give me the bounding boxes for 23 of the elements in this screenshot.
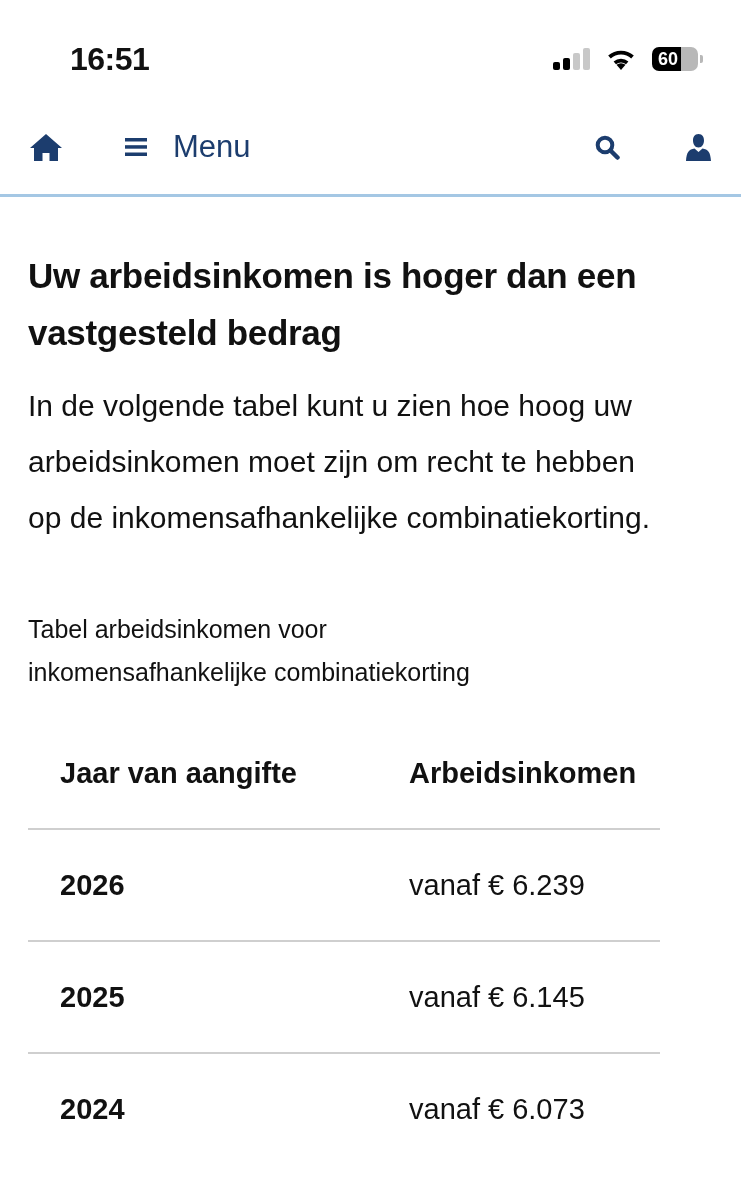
home-icon — [30, 133, 62, 161]
menu-icon — [125, 138, 147, 156]
battery-indicator: 60 — [652, 47, 703, 71]
column-header: Jaar van aangifte — [28, 718, 377, 829]
status-time: 16:51 — [70, 39, 150, 78]
column-header: Arbeidsinkomen — [377, 718, 660, 829]
year-cell: 2026 — [28, 829, 377, 941]
year-cell: 2025 — [28, 941, 377, 1053]
amount-cell: vanaf € 6.239 — [377, 829, 660, 941]
table-caption: Tabel arbeidsinkomen voor inkomensafhankelijke combinatiekorting — [28, 614, 471, 688]
amount-cell: vanaf € 6.145 — [377, 941, 660, 1053]
intro-paragraph: In de volgende tabel kunt u zien hoe hoog uw arbeidsinkomen moet zijn om recht te hebben op de inkomensafhankelijke combinatiekorting. — [28, 388, 652, 536]
user-icon — [686, 133, 711, 161]
wifi-icon — [606, 48, 636, 70]
page-heading: Uw arbeidsinkomen is hoger dan een vastgesteld bedrag — [28, 255, 638, 354]
signal-icon — [553, 48, 590, 70]
year-cell: 2024 — [28, 1053, 377, 1164]
home-button[interactable] — [30, 133, 62, 161]
menu-button[interactable]: Menu — [125, 129, 251, 165]
search-icon — [595, 134, 620, 160]
account-button[interactable] — [686, 133, 711, 161]
amount-cell: vanaf € 6.073 — [377, 1053, 660, 1164]
search-button[interactable] — [595, 134, 620, 160]
